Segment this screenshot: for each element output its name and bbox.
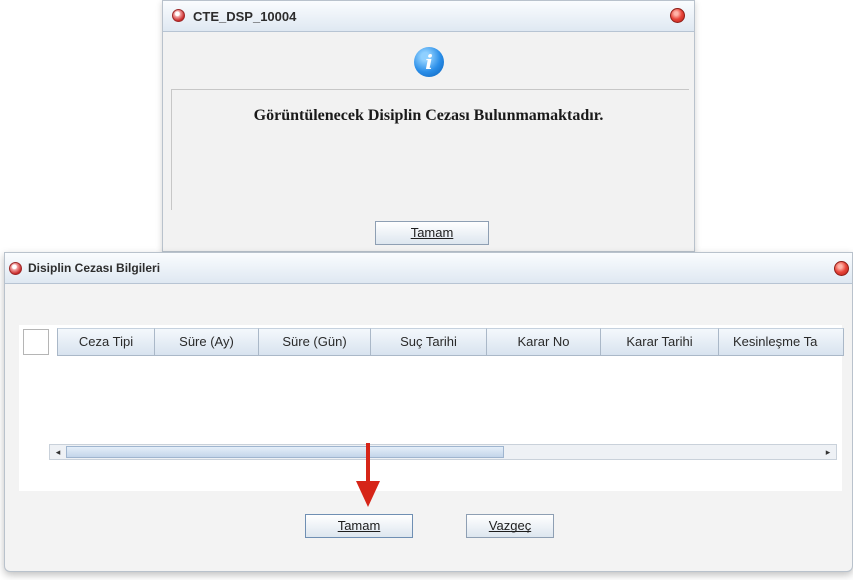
message-dialog-titlebar[interactable]: CTE_DSP_10004 <box>163 1 694 32</box>
horizontal-scrollbar[interactable]: ◂ ▸ <box>49 444 837 460</box>
discipline-dialog-titlebar[interactable]: Disiplin Cezası Bilgileri <box>5 253 852 284</box>
message-dialog-title: CTE_DSP_10004 <box>193 9 297 24</box>
column-header[interactable]: Ceza Tipi <box>57 328 155 356</box>
penalty-table: Ceza Tipi Süre (Ay) Süre (Gün) Suç Tarih… <box>19 325 844 491</box>
discipline-dialog: Disiplin Cezası Bilgileri Ceza Tipi Süre… <box>4 252 853 572</box>
close-icon[interactable] <box>834 261 849 276</box>
scroll-left-icon[interactable]: ◂ <box>51 446 65 458</box>
arrow-down-icon <box>356 443 380 507</box>
ok-button[interactable]: Tamam <box>305 514 413 538</box>
column-header[interactable]: Karar No <box>487 328 601 356</box>
message-dialog: CTE_DSP_10004 i Görüntülenecek Disiplin … <box>162 0 695 252</box>
ok-button[interactable]: Tamam <box>375 221 489 245</box>
info-icon: i <box>414 47 444 77</box>
cancel-button[interactable]: Vazgeç <box>466 514 554 538</box>
scroll-right-icon[interactable]: ▸ <box>821 446 835 458</box>
column-header[interactable]: Kesinleşme Ta <box>719 328 844 356</box>
ok-button-label: Tamam <box>337 518 381 533</box>
app-icon <box>172 9 185 22</box>
cancel-button-label: Vazgeç <box>488 518 532 533</box>
column-header[interactable]: Süre (Gün) <box>259 328 371 356</box>
ok-button-label: Tamam <box>410 225 454 240</box>
column-header[interactable]: Suç Tarihi <box>371 328 487 356</box>
close-icon[interactable] <box>670 8 685 23</box>
scrollbar-thumb[interactable] <box>66 446 504 458</box>
column-header[interactable]: Karar Tarihi <box>601 328 719 356</box>
table-header: Ceza Tipi Süre (Ay) Süre (Gün) Suç Tarih… <box>19 325 844 357</box>
select-all-checkbox[interactable] <box>23 329 49 355</box>
discipline-dialog-title: Disiplin Cezası Bilgileri <box>28 261 161 275</box>
app-icon <box>9 262 22 275</box>
message-text: Görüntülenecek Disiplin Cezası Bulunmama… <box>253 107 604 124</box>
column-header[interactable]: Süre (Ay) <box>155 328 259 356</box>
